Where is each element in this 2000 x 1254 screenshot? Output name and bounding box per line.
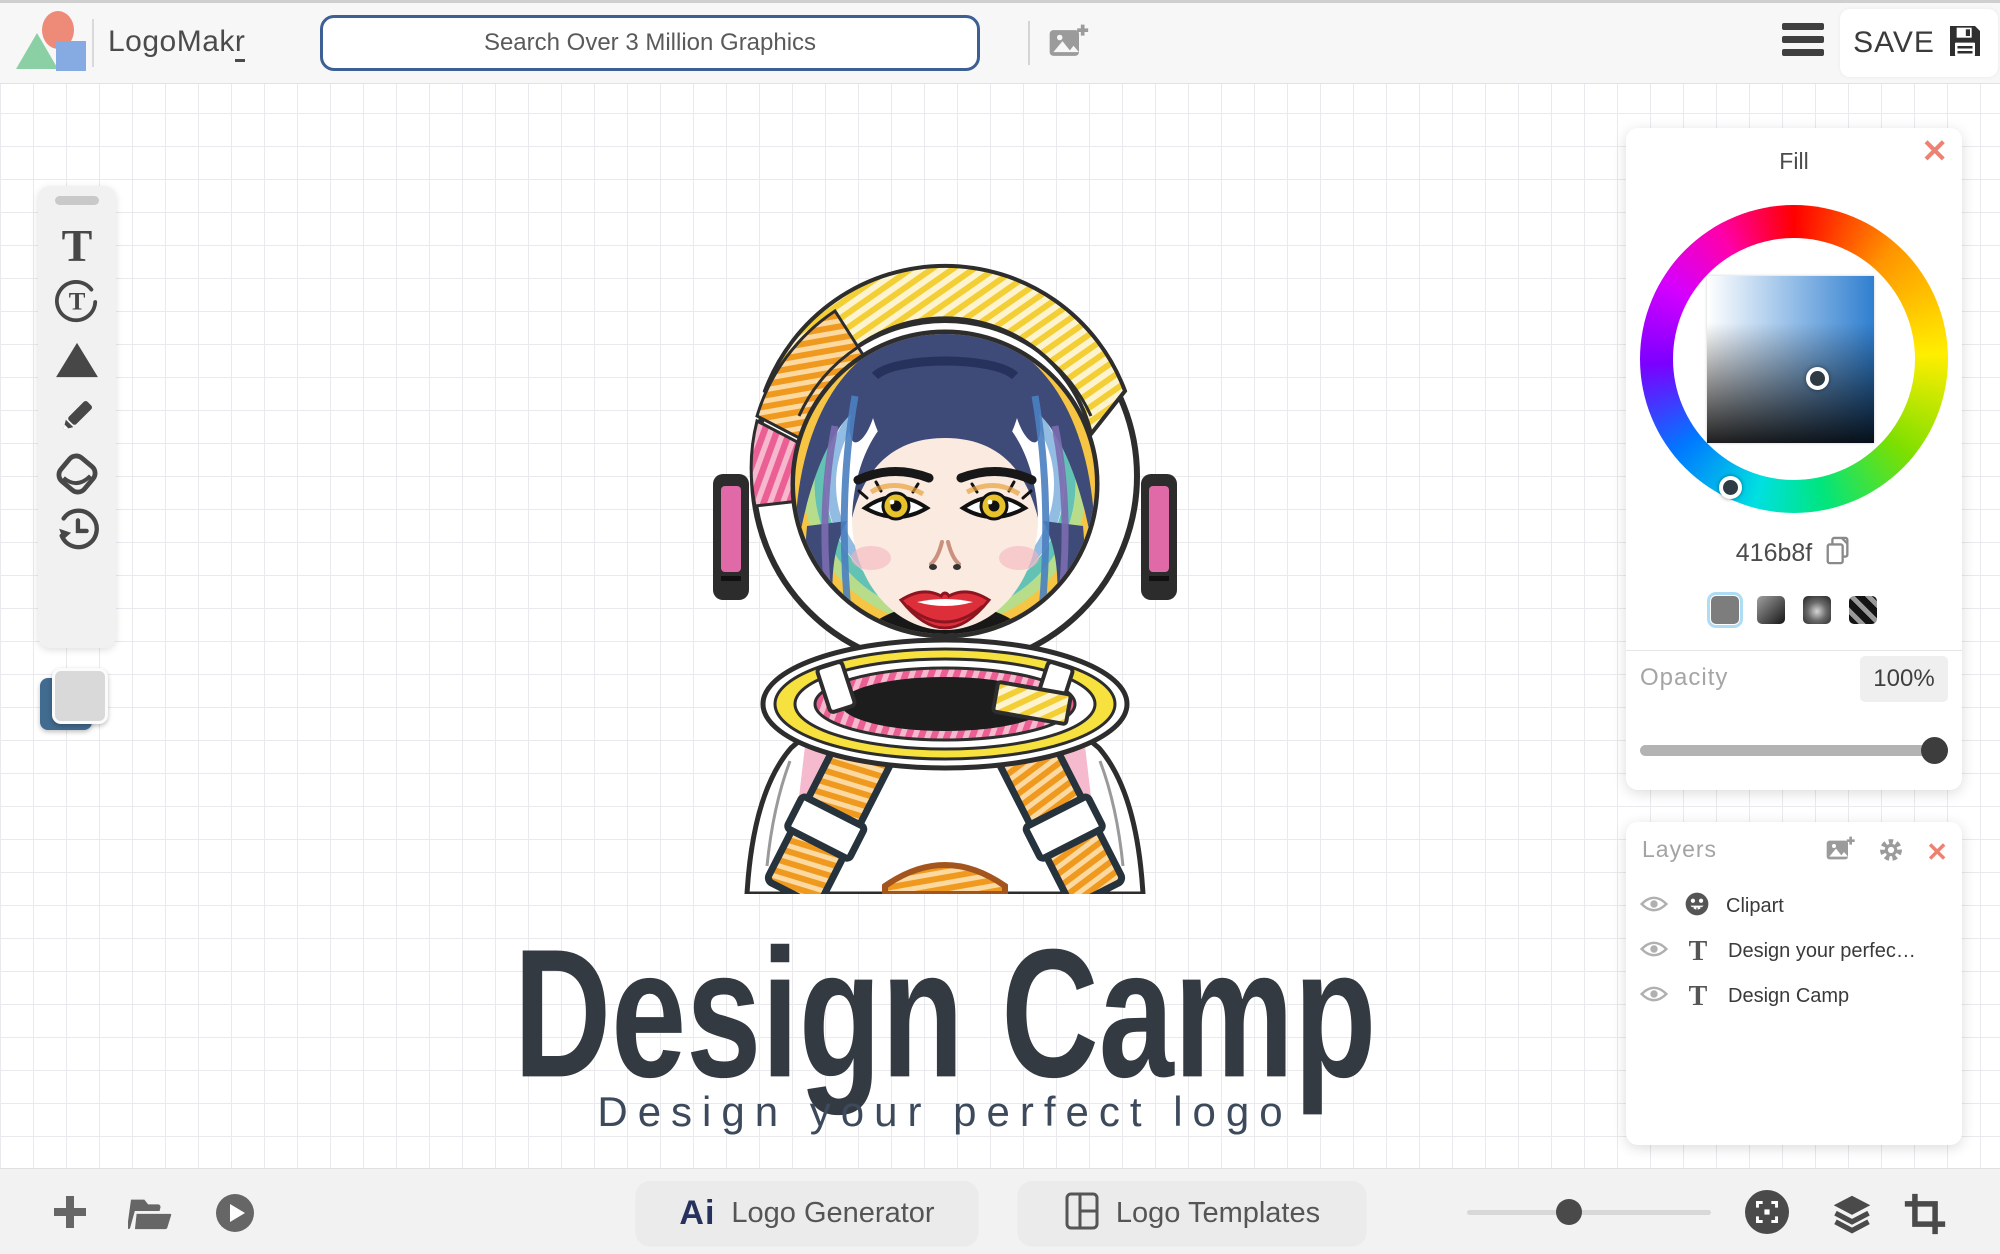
zoom-slider-thumb[interactable] xyxy=(1556,1199,1582,1225)
opacity-label: Opacity xyxy=(1640,664,1729,691)
clipart-layer-smiley-icon xyxy=(1684,891,1710,922)
text-layer-icon: T xyxy=(1688,935,1708,967)
fill-panel-divider xyxy=(1626,650,1962,651)
layer-row-clipart[interactable]: Clipart xyxy=(1626,884,1962,929)
radial-gradient-swatch[interactable] xyxy=(1803,596,1831,624)
astronaut-clipart[interactable] xyxy=(695,226,1195,894)
curved-text-tool-button[interactable]: T xyxy=(38,276,116,332)
layer-label: Design Camp xyxy=(1728,985,1850,1007)
stroke-color-swatch[interactable] xyxy=(52,668,108,724)
text-tool-button[interactable]: T xyxy=(38,218,116,274)
crop-icon[interactable] xyxy=(1903,1192,1947,1241)
copy-hex-icon[interactable] xyxy=(1824,536,1852,571)
opacity-slider-track[interactable] xyxy=(1640,745,1948,756)
logo-generator-button[interactable]: Ai Logo Generator xyxy=(636,1181,978,1245)
new-design-plus-icon[interactable] xyxy=(50,1192,90,1237)
top-bar: LogoMakr SAVE xyxy=(0,0,2000,84)
solid-fill-swatch[interactable] xyxy=(1707,592,1743,628)
layer-visibility-eye-icon[interactable] xyxy=(1639,984,1669,1009)
zoom-slider-track[interactable] xyxy=(1467,1210,1711,1215)
canvas-logo-subtitle[interactable]: Design your perfect logo xyxy=(345,1088,1545,1136)
layers-title: Layers xyxy=(1642,836,1718,862)
history-tool-button[interactable] xyxy=(38,504,116,560)
fill-panel-title: Fill xyxy=(1779,148,1809,174)
logo-generator-label: Logo Generator xyxy=(731,1196,935,1229)
svg-text:T: T xyxy=(69,288,86,315)
templates-layout-icon xyxy=(1064,1191,1100,1236)
layers-toggle-icon[interactable] xyxy=(1831,1194,1873,1239)
open-folder-icon[interactable] xyxy=(127,1192,174,1237)
logo-templates-button[interactable]: Logo Templates xyxy=(1018,1181,1366,1245)
brand-divider xyxy=(92,19,94,67)
left-earpiece xyxy=(713,474,749,600)
search-divider xyxy=(1028,21,1030,65)
ai-icon: Ai xyxy=(679,1193,716,1232)
palette-drag-handle[interactable] xyxy=(55,196,99,205)
logomakr-logo[interactable] xyxy=(16,11,86,73)
current-color-swatch[interactable] xyxy=(40,668,110,734)
saturation-value-box[interactable] xyxy=(1707,276,1874,443)
layer-row-subtitle-text[interactable]: T Design your perfec… xyxy=(1626,929,1962,974)
search-input[interactable] xyxy=(320,15,980,71)
layers-header: Layers ✕ xyxy=(1626,822,1962,878)
opacity-slider[interactable] xyxy=(1640,736,1948,764)
text-layer-icon: T xyxy=(1688,980,1708,1012)
tools-palette: T T xyxy=(38,186,116,648)
layer-visibility-eye-icon[interactable] xyxy=(1639,894,1669,919)
brand-name-accent: r xyxy=(234,25,246,62)
fill-style-swatches xyxy=(1626,592,1962,628)
brand-name-main: LogoMak xyxy=(108,25,235,58)
hue-picker-dot[interactable] xyxy=(1719,476,1742,499)
curved-text-icon: T xyxy=(54,279,100,330)
bottom-bar: Ai Logo Generator Logo Templates xyxy=(0,1168,2000,1254)
sv-picker-dot[interactable] xyxy=(1806,367,1829,390)
tutorial-play-icon[interactable] xyxy=(214,1192,256,1239)
linear-gradient-swatch[interactable] xyxy=(1757,596,1785,624)
logo-square-shape xyxy=(56,41,86,71)
neck-ring xyxy=(760,637,1130,771)
opacity-slider-thumb[interactable] xyxy=(1921,737,1948,764)
logo-templates-label: Logo Templates xyxy=(1115,1196,1321,1229)
opacity-value[interactable]: 100% xyxy=(1860,656,1948,702)
layer-label: Design your perfec… xyxy=(1728,940,1916,962)
menu-icon[interactable] xyxy=(1782,23,1824,62)
save-button[interactable]: SAVE xyxy=(1840,9,1998,77)
zoom-slider[interactable] xyxy=(1467,1199,1711,1225)
add-image-icon[interactable] xyxy=(1046,21,1090,70)
layers-panel-close-icon[interactable]: ✕ xyxy=(1926,837,1948,868)
draw-tool-button[interactable] xyxy=(38,390,116,446)
layer-label: Clipart xyxy=(1726,895,1784,917)
pencil-icon xyxy=(56,395,98,442)
save-label: SAVE xyxy=(1853,26,1935,59)
layer-row-title-text[interactable]: T Design Camp xyxy=(1626,974,1962,1019)
fill-tool-button[interactable] xyxy=(38,448,116,504)
fill-panel: ✕ Fill 416b8f Opacity 100% xyxy=(1626,128,1962,790)
layers-settings-gear-icon[interactable] xyxy=(1876,835,1906,870)
right-earpiece xyxy=(1141,474,1177,600)
text-tool-icon: T xyxy=(61,220,93,271)
brand-name[interactable]: LogoMakr xyxy=(108,25,246,62)
paint-bucket-icon xyxy=(54,451,100,502)
logomakr-app: LogoMakr SAVE xyxy=(0,0,2000,1254)
pattern-fill-swatch[interactable] xyxy=(1849,596,1877,624)
triangle-icon xyxy=(54,340,100,385)
layer-visibility-eye-icon[interactable] xyxy=(1639,939,1669,964)
fit-to-screen-button[interactable] xyxy=(1745,1190,1789,1234)
shapes-tool-button[interactable] xyxy=(38,334,116,390)
save-floppy-icon xyxy=(1945,21,1985,66)
layers-add-image-icon[interactable] xyxy=(1824,834,1856,871)
history-icon xyxy=(54,507,100,558)
layers-panel: Layers ✕ Clipart T Design your perfec… T… xyxy=(1626,822,1962,1145)
hex-color-value[interactable]: 416b8f xyxy=(1736,539,1812,568)
